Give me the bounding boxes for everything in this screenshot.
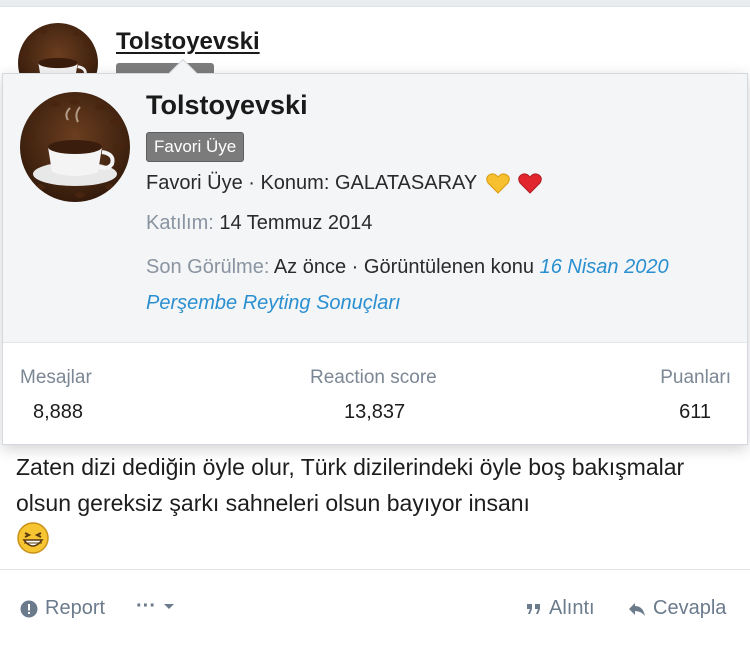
joined-value: 14 Temmuz 2014 [219, 212, 373, 234]
quote-icon [526, 602, 542, 616]
last-seen-line-2: Perşembe Reyting Sonuçları [146, 292, 401, 315]
post-username[interactable]: Tolstoyevski [116, 28, 260, 56]
messages-value[interactable]: 8,888 [33, 401, 83, 424]
joined-line: Katılım: 14 Temmuz 2014 [146, 212, 372, 235]
user-title-badge: Favori Üye [146, 132, 245, 162]
post-actions: Report ··· Alıntı Cevapla [0, 589, 750, 629]
alert-icon [20, 600, 38, 618]
laughing-face-icon [16, 521, 50, 565]
reply-label: Cevapla [653, 597, 727, 619]
post-body: Zaten dizi dediğin öyle olur, Türk dizil… [16, 449, 736, 565]
tooltip-avatar[interactable] [20, 92, 130, 202]
report-label: Report [45, 597, 106, 619]
coffee-avatar-image [20, 92, 130, 202]
more-options-button[interactable]: ··· [136, 595, 175, 618]
post-divider [0, 569, 750, 570]
title-location-text: Favori Üye · Konum: GALATASARAY [146, 172, 477, 194]
reaction-score-value: 13,837 [344, 401, 406, 423]
caret-down-icon [163, 603, 175, 611]
reply-icon [628, 601, 646, 617]
messages-label: Mesajlar [20, 367, 92, 388]
member-tooltip: Tolstoyevski Favori Üye Favori Üye · Kon… [2, 58, 748, 445]
last-seen-label: Son Görülme: [146, 256, 270, 278]
more-label: ··· [136, 595, 156, 617]
quote-button[interactable]: Alıntı [526, 597, 595, 620]
last-seen-thread-link[interactable]: 16 Nisan 2020 [540, 256, 669, 278]
points-label: Puanları [660, 367, 731, 388]
joined-label: Katılım: [146, 212, 214, 234]
tooltip-username[interactable]: Tolstoyevski [146, 90, 308, 121]
last-seen-thread-link-cont[interactable]: Perşembe Reyting Sonuçları [146, 292, 401, 314]
post-text: Zaten dizi dediğin öyle olur, Türk dizil… [16, 454, 685, 516]
points-value[interactable]: 611 [679, 401, 711, 424]
member-stats: Mesajlar 8,888 Reaction score 13,837 Pua… [3, 342, 747, 444]
last-seen-line: Son Görülme: Az önce · Görüntülenen konu… [146, 256, 669, 279]
reaction-score-label: Reaction score [310, 367, 437, 388]
user-title-location: Favori Üye · Konum: GALATASARAY [146, 172, 542, 200]
quote-label: Alıntı [549, 597, 595, 619]
reply-button[interactable]: Cevapla [628, 597, 726, 620]
red-heart-icon [518, 172, 542, 200]
last-seen-value: Az önce · Görüntülenen konu [273, 256, 535, 278]
report-button[interactable]: Report [20, 597, 105, 620]
yellow-heart-icon [486, 172, 511, 200]
